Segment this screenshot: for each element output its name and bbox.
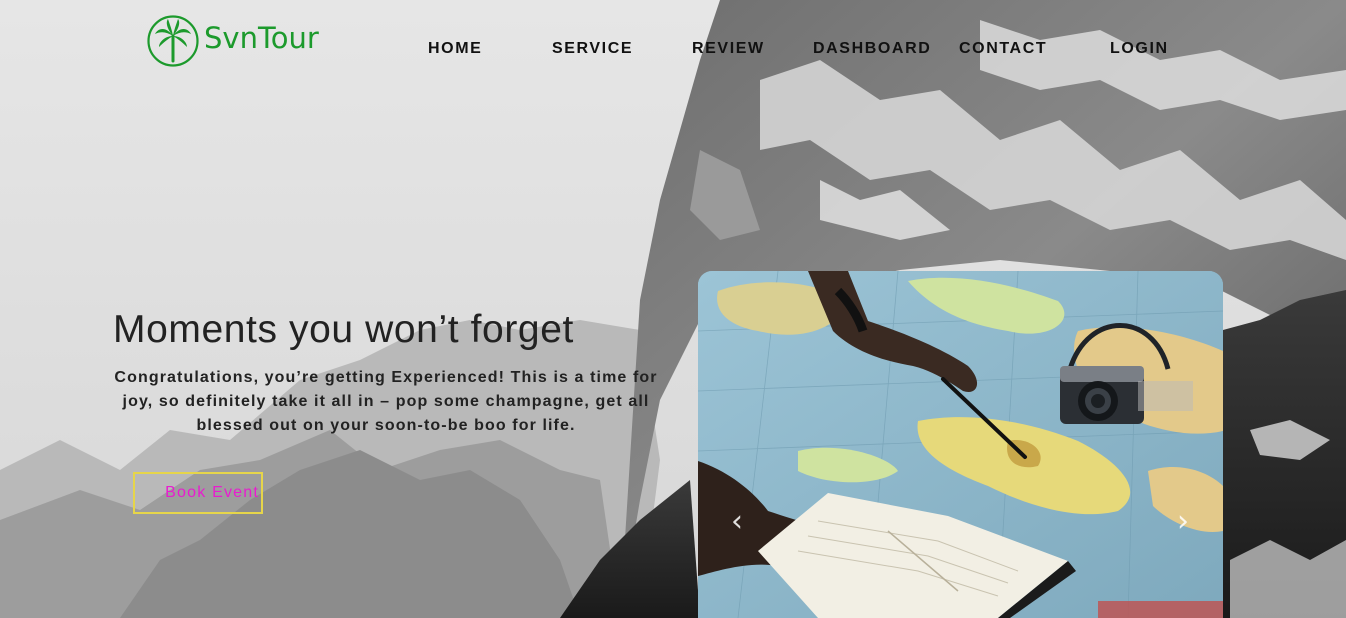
- nav-item-review[interactable]: REVIEW: [692, 40, 765, 58]
- nav-item-login[interactable]: LOGIN: [1110, 40, 1169, 58]
- book-event-label: Book Event: [165, 484, 259, 501]
- chevron-left-icon[interactable]: ‹: [722, 507, 752, 537]
- hero-section: SvnTour HOME SERVICE REVIEW DASHBOARD CO…: [0, 0, 1346, 618]
- nav-item-service[interactable]: SERVICE: [552, 40, 633, 58]
- chevron-right-icon[interactable]: ›: [1168, 507, 1198, 537]
- nav-item-home[interactable]: HOME: [428, 40, 482, 58]
- book-event-button[interactable]: Book Event: [133, 472, 263, 514]
- image-carousel: ‹ ›: [698, 271, 1223, 618]
- nav-item-contact[interactable]: CONTACT: [959, 40, 1047, 58]
- hero-blurb: Congratulations, you’re getting Experien…: [114, 369, 658, 434]
- carousel-slide-image: [698, 271, 1223, 618]
- main-nav: HOME SERVICE REVIEW DASHBOARD CONTACT LO…: [0, 40, 1346, 64]
- nav-item-dashboard[interactable]: DASHBOARD: [813, 40, 931, 58]
- hero-headline: Moments you won’t forget: [113, 308, 574, 351]
